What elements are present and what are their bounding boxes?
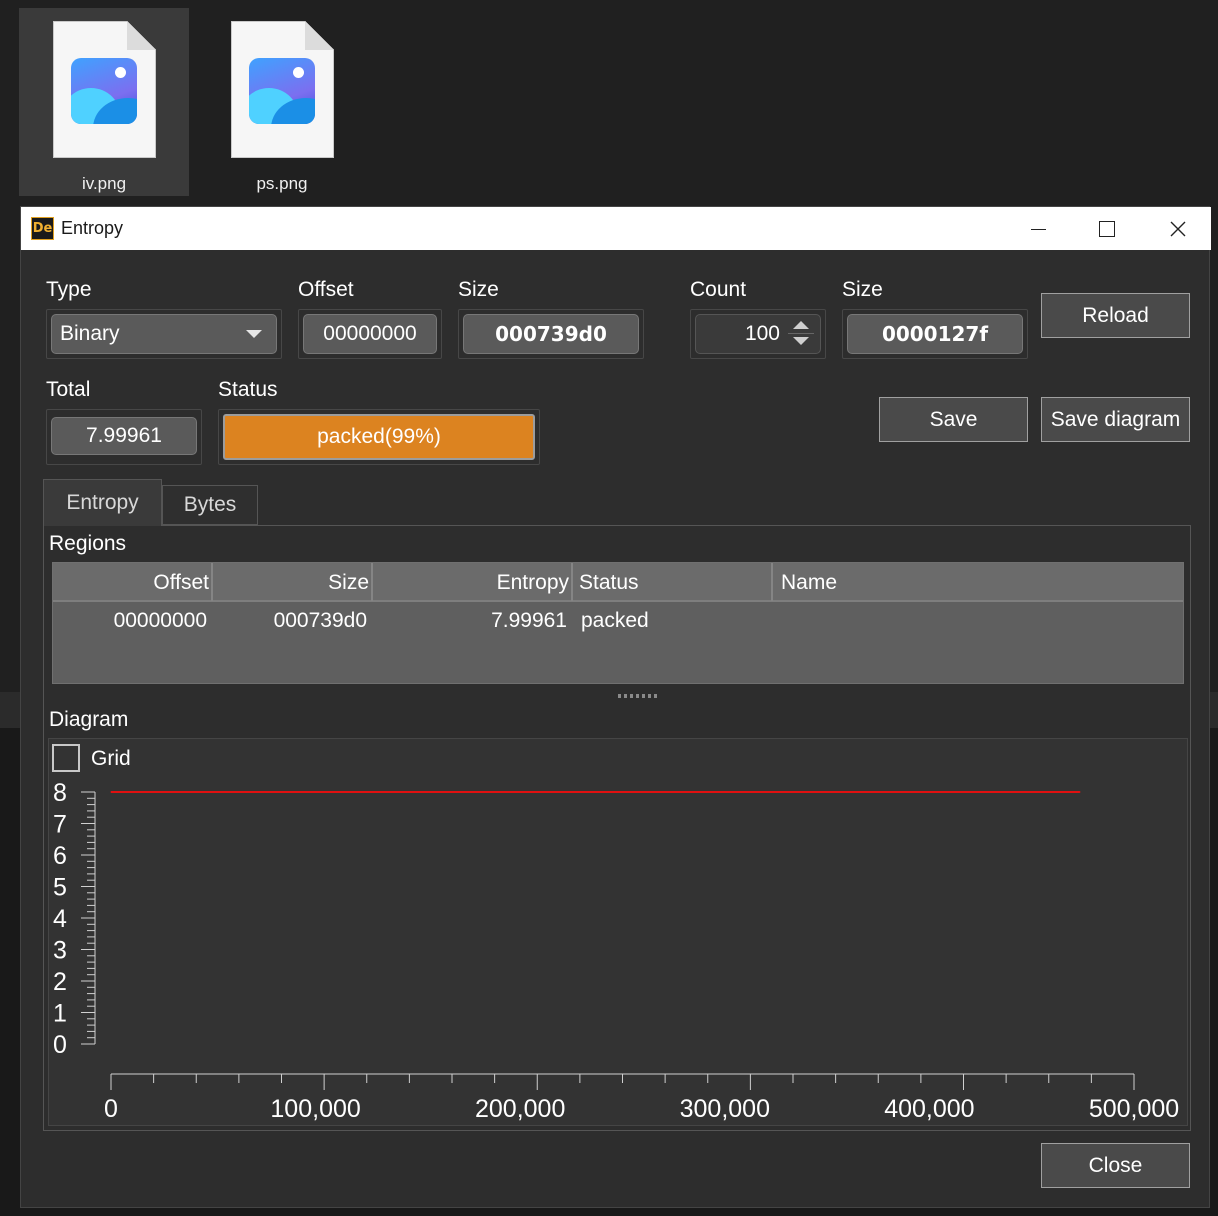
data-point	[1079, 791, 1081, 793]
regions-title: Regions	[49, 532, 127, 555]
x-tick-label: 300,000	[680, 1095, 770, 1123]
block-size-label: Size	[842, 278, 883, 301]
count-label: Count	[690, 278, 747, 301]
y-tick-label: 7	[53, 811, 67, 839]
column-header-name[interactable]: Name	[773, 563, 1183, 601]
type-value: Binary	[60, 322, 120, 345]
cell-offset: 00000000	[113, 609, 207, 632]
size-frame: 000739d0	[458, 309, 644, 359]
count-frame: 100	[690, 309, 826, 359]
count-value: 100	[744, 322, 780, 345]
maximize-icon[interactable]	[1083, 211, 1129, 247]
size-label: Size	[458, 278, 499, 301]
close-icon[interactable]	[1154, 211, 1200, 247]
y-tick-label: 2	[53, 968, 67, 996]
file-iv-png[interactable]: iv.png	[19, 8, 189, 196]
status-progress-bar: packed(99%)	[223, 414, 535, 460]
file-ps-png[interactable]: ps.png	[197, 8, 367, 196]
close-button[interactable]: Close	[1041, 1143, 1190, 1188]
total-label: Total	[46, 378, 91, 401]
cell-size: 000739d0	[273, 609, 367, 632]
status-label: Status	[218, 378, 278, 401]
app-logo-icon: De	[31, 217, 54, 240]
block-size-field: 0000127f	[847, 314, 1023, 354]
type-label: Type	[46, 278, 92, 301]
reload-button[interactable]: Reload	[1041, 293, 1190, 338]
y-tick-label: 6	[53, 842, 67, 870]
column-header-status[interactable]: Status	[573, 563, 773, 601]
data-point	[263, 791, 266, 793]
x-tick-label: 100,000	[270, 1095, 360, 1123]
x-tick-label: 200,000	[475, 1095, 565, 1123]
diagram-title: Diagram	[49, 708, 129, 731]
y-tick-label: 3	[53, 937, 67, 965]
file-name: iv.png	[81, 174, 127, 193]
data-point	[243, 791, 245, 793]
tab-entropy[interactable]: Entropy	[43, 479, 162, 526]
minimize-icon[interactable]	[1015, 211, 1061, 247]
chevron-down-icon[interactable]	[246, 330, 262, 338]
y-tick-label: 5	[53, 874, 67, 902]
type-combo[interactable]: Binary	[51, 314, 277, 354]
spin-up-icon[interactable]	[793, 321, 809, 329]
type-combo-frame: Binary	[46, 309, 282, 359]
block-size-frame: 0000127f	[842, 309, 1028, 359]
x-tick-label: 400,000	[884, 1095, 974, 1123]
status-frame: packed(99%)	[218, 409, 540, 465]
grid-checkbox[interactable]	[52, 744, 80, 772]
y-tick-label: 8	[53, 779, 67, 807]
regions-table[interactable]: Offset Size Entropy Status Name 00000000…	[52, 562, 1184, 684]
table-header: Offset Size Entropy Status Name	[53, 563, 1183, 602]
y-tick-label: 4	[53, 905, 67, 933]
cell-entropy: 7.99961	[491, 609, 567, 632]
data-point	[110, 791, 112, 793]
count-spinbox[interactable]: 100	[695, 314, 821, 354]
window-content: Type Offset Size Count Size Binary 00000…	[21, 250, 1211, 1209]
cell-status: packed	[581, 609, 649, 632]
entropy-window: De Entropy Type Offset Size Count Size B…	[20, 206, 1211, 1209]
entropy-tab-pane: Regions Offset Size Entropy Status Name …	[43, 525, 1191, 1131]
data-point	[417, 791, 419, 793]
data-point	[427, 791, 429, 793]
size-field: 000739d0	[463, 314, 639, 354]
spin-down-icon[interactable]	[793, 337, 809, 345]
y-tick-label: 1	[53, 1000, 67, 1028]
save-diagram-button[interactable]: Save diagram	[1041, 397, 1190, 442]
diagram-panel: Grid 0 1 2 3 4 5 6 7 8 0 100,000 200,000 300,000 400,…	[48, 738, 1188, 1126]
column-header-size[interactable]: Size	[213, 563, 373, 601]
total-frame: 7.99961	[46, 409, 202, 465]
image-file-icon	[249, 58, 315, 124]
window-title: Entropy	[61, 218, 124, 238]
entropy-chart: 0 1 2 3 4 5 6 7 8 0 100,000 200,000 300,000 400,000 50…	[53, 779, 1179, 1123]
x-tick-label: 0	[104, 1095, 118, 1123]
spin-buttons	[788, 317, 814, 351]
save-button[interactable]: Save	[879, 397, 1028, 442]
total-field: 7.99961	[51, 417, 197, 455]
offset-frame: 00000000	[298, 309, 442, 359]
title-bar[interactable]: De Entropy	[21, 207, 1211, 250]
splitter-handle[interactable]	[618, 694, 658, 698]
offset-field[interactable]: 00000000	[303, 314, 437, 354]
offset-label: Offset	[298, 278, 354, 301]
column-header-entropy[interactable]: Entropy	[373, 563, 573, 601]
tab-bytes[interactable]: Bytes	[162, 485, 258, 525]
file-name: ps.png	[256, 174, 308, 193]
x-tick-label: 500,000	[1089, 1095, 1179, 1123]
data-point	[407, 791, 409, 793]
column-header-offset[interactable]: Offset	[53, 563, 213, 601]
image-file-icon	[71, 58, 137, 124]
y-tick-label: 0	[53, 1031, 67, 1059]
grid-label[interactable]: Grid	[91, 747, 131, 771]
data-point	[253, 791, 255, 793]
